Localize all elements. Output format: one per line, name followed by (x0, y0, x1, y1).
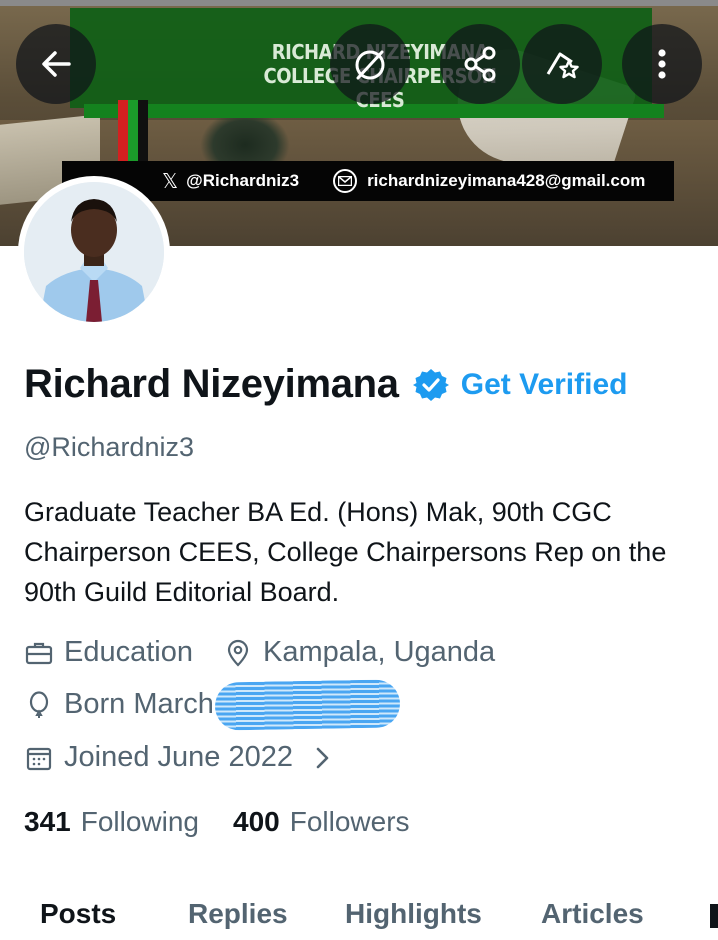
more-vertical-icon (658, 49, 666, 79)
location-pin-icon (227, 639, 249, 667)
avatar-portrait-illustration (24, 182, 164, 322)
tab-articles[interactable]: Articles (541, 898, 644, 930)
profile-stats: 341 Following 400 Followers (24, 806, 444, 838)
tab-highlights[interactable]: Highlights (345, 898, 482, 930)
tab-overflow-edge[interactable] (710, 904, 718, 928)
back-arrow-icon (42, 51, 71, 77)
banner-top-line (0, 0, 718, 6)
banner-email: richardnizeyimana428@gmail.com (367, 171, 646, 190)
get-verified-link[interactable]: Get Verified (461, 368, 628, 402)
profile-tabs: Posts Replies Highlights Articles (0, 880, 718, 940)
followers-count: 400 (233, 806, 280, 837)
share-button[interactable] (440, 24, 520, 104)
grok-icon (355, 50, 385, 80)
followers-link[interactable]: 400 Followers (233, 806, 410, 838)
profile-handle: @Richardniz3 (24, 432, 194, 462)
profile-meta-row-1: Education Kampala, Uganda (24, 636, 495, 669)
grok-button[interactable] (330, 24, 410, 104)
profile-name-row: Richard Nizeyimana Get Verified (24, 362, 627, 407)
following-label: Following (80, 806, 199, 837)
profile-bio: Graduate Teacher BA Ed. (Hons) Mak, 90th… (24, 497, 667, 607)
tab-posts[interactable]: Posts (40, 898, 116, 930)
profile-joined: Joined June 2022 (64, 741, 293, 773)
bookmark-button[interactable] (522, 24, 602, 104)
profile-birthdate: Born March (64, 688, 214, 720)
balloon-icon (29, 690, 49, 718)
profile-meta-row-2: Born March (24, 688, 214, 721)
following-link[interactable]: 341 Following (24, 806, 199, 838)
followers-label: Followers (289, 806, 410, 837)
x-logo-icon: 𝕏 (162, 170, 179, 193)
banner-x-handle: @Richardniz3 (186, 171, 300, 190)
chevron-right-icon[interactable] (313, 743, 333, 773)
profile-meta-row-3[interactable]: Joined June 2022 (24, 741, 333, 774)
more-button[interactable] (622, 24, 702, 104)
profile-category: Education (64, 636, 193, 668)
avatar[interactable] (18, 176, 170, 328)
bookmark-star-icon (546, 52, 579, 79)
verified-badge-icon[interactable] (412, 367, 449, 403)
avatar-photo (24, 182, 164, 322)
share-icon (464, 46, 496, 82)
banner-contact-bar: 𝕏 @Richardniz3 richardnizeyimana428@gmai… (62, 161, 674, 201)
mail-icon (333, 169, 358, 193)
following-count: 341 (24, 806, 71, 837)
redaction-scribble (214, 679, 401, 731)
tab-replies[interactable]: Replies (188, 898, 288, 930)
briefcase-icon (25, 642, 53, 664)
back-button[interactable] (16, 24, 96, 104)
profile-location: Kampala, Uganda (263, 636, 496, 668)
profile-name: Richard Nizeyimana (24, 362, 399, 406)
calendar-icon (26, 747, 52, 770)
